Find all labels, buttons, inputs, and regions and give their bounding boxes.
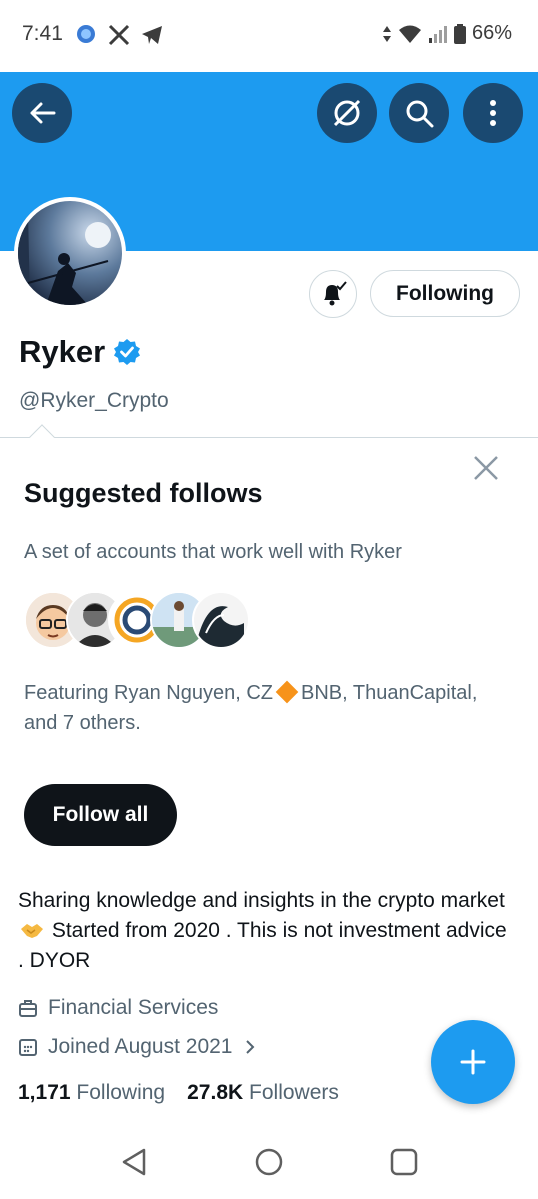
display-name: Ryker — [19, 334, 106, 369]
suggested-avatars[interactable] — [24, 591, 250, 651]
wifi-icon — [398, 25, 421, 43]
search-icon — [406, 100, 434, 128]
profile-stats: 1,171 Following 27.8K Followers — [18, 1081, 339, 1105]
profile-category: Financial Services — [48, 996, 219, 1019]
profile-avatar[interactable] — [14, 197, 126, 309]
x-logo-icon — [108, 24, 130, 46]
suggested-title: Suggested follows — [24, 478, 263, 508]
featuring-prefix: Featuring Ryan Nguyen, CZ — [24, 682, 274, 704]
status-time: 7:41 — [22, 22, 63, 45]
bell-check-icon — [324, 281, 347, 306]
profile-bio: Sharing knowledge and insights in the cr… — [18, 886, 518, 976]
suggested-featuring: Featuring Ryan Nguyen, CZ BNB, ThuanCapit… — [24, 678, 504, 738]
suggested-divider — [0, 437, 538, 438]
followers-count: 27.8K — [187, 1081, 244, 1104]
followers-stat[interactable]: 27.8K Followers — [187, 1081, 339, 1105]
notifications-button[interactable] — [309, 270, 357, 318]
calendar-icon — [19, 1039, 37, 1056]
suggested-subtitle: A set of accounts that work well with Ry… — [24, 541, 402, 563]
compose-button[interactable] — [431, 1020, 515, 1104]
battery-percent: 66% — [471, 22, 512, 44]
profile-category-row: Financial Services — [18, 996, 218, 1020]
grok-icon — [333, 99, 361, 127]
recents-square-icon[interactable] — [388, 1146, 420, 1178]
back-button[interactable] — [12, 83, 72, 143]
status-bar: 7:41 66% — [0, 0, 538, 72]
chevron-right-icon — [245, 1040, 254, 1054]
telegram-icon — [142, 26, 162, 44]
profile-name-row: Ryker — [19, 334, 141, 370]
battery-icon — [453, 23, 466, 44]
avatar-image — [18, 201, 122, 305]
handshake-icon — [21, 924, 43, 938]
back-arrow-icon — [30, 102, 56, 124]
signal-icon — [428, 25, 447, 43]
close-icon[interactable] — [472, 454, 500, 482]
wave-art-icon — [194, 593, 248, 647]
suggested-avatar-5 — [192, 591, 250, 649]
orange-diamond-icon — [275, 680, 299, 704]
profile-handle: @Ryker_Crypto — [19, 389, 169, 412]
more-button[interactable] — [463, 83, 523, 143]
followers-label: Followers — [249, 1081, 339, 1104]
following-stat[interactable]: 1,171 Following — [18, 1081, 165, 1105]
search-button[interactable] — [389, 83, 449, 143]
bio-text-1: Sharing knowledge and insights in the cr… — [18, 889, 505, 912]
grok-button[interactable] — [317, 83, 377, 143]
status-right: 66% — [382, 22, 512, 45]
profile-joined: Joined August 2021 — [48, 1035, 233, 1058]
following-label: Following — [76, 1081, 166, 1104]
app-dot-icon — [77, 25, 95, 43]
divider-notch — [29, 424, 55, 450]
profile-joined-row[interactable]: Joined August 2021 — [18, 1035, 257, 1059]
briefcase-icon — [19, 1000, 37, 1017]
bio-text-2: Started from 2020 . This is not investme… — [18, 919, 507, 972]
home-circle-icon[interactable] — [253, 1146, 285, 1178]
follow-all-button[interactable]: Follow all — [24, 784, 177, 846]
more-vertical-icon — [490, 100, 496, 126]
verified-badge-icon[interactable] — [113, 338, 141, 366]
following-button[interactable]: Following — [370, 270, 520, 317]
back-triangle-icon[interactable] — [118, 1146, 150, 1178]
system-nav-bar — [0, 1130, 538, 1199]
following-count: 1,171 — [18, 1081, 71, 1104]
plus-icon — [460, 1049, 486, 1075]
data-arrows-icon — [382, 25, 391, 42]
